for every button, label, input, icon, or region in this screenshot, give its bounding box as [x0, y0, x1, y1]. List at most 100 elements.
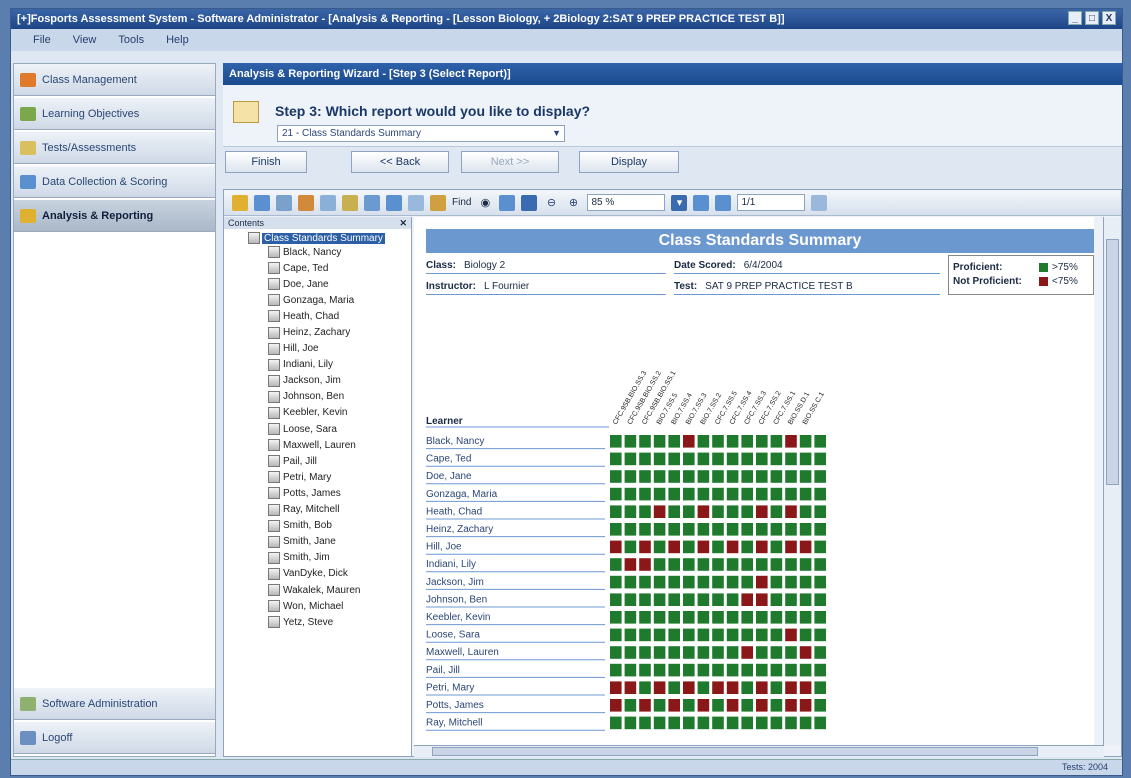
page-input[interactable]: 1/1: [737, 194, 806, 211]
export-icon[interactable]: [364, 194, 380, 211]
menu-view[interactable]: View: [73, 34, 97, 46]
tree-student-item[interactable]: Wakalek, Mauren: [268, 582, 411, 598]
learner-name: Jackson, Jim: [426, 577, 484, 588]
minimize-button[interactable]: _: [1068, 11, 1082, 25]
score-cell: [770, 523, 783, 536]
nav-label: Analysis & Reporting: [42, 209, 154, 222]
tree-student-item[interactable]: Johnson, Ben: [268, 389, 411, 405]
back-button[interactable]: << Back: [351, 151, 449, 173]
tree-student-item[interactable]: VanDyke, Dick: [268, 566, 411, 582]
report-select[interactable]: 21 - Class Standards Summary ▼: [277, 125, 565, 142]
tree-student-item[interactable]: Smith, Jim: [268, 550, 411, 566]
tree-student-item[interactable]: Won, Michael: [268, 598, 411, 614]
score-cell: [741, 611, 753, 624]
display-button[interactable]: Display: [579, 151, 679, 173]
tree-student-item[interactable]: Gonzaga, Maria: [268, 292, 411, 308]
wizard-header: Analysis & Reporting Wizard - [Step 3 (S…: [223, 63, 1122, 85]
nav-tests-assessments[interactable]: Tests/Assessments: [14, 132, 215, 164]
find-label[interactable]: Find: [452, 197, 471, 208]
single-page-icon[interactable]: [499, 194, 516, 211]
go-icon[interactable]: [811, 194, 828, 211]
copy-icon[interactable]: [298, 194, 314, 211]
binoculars-icon[interactable]: ◉: [477, 195, 493, 211]
tree-student-label: Smith, Jane: [283, 536, 336, 548]
nav-logoff[interactable]: Logoff: [14, 722, 215, 754]
tree-student-item[interactable]: Ray, Mitchell: [268, 502, 411, 518]
tree-student-item[interactable]: Jackson, Jim: [268, 373, 411, 389]
close-icon[interactable]: ✕: [399, 217, 407, 229]
menu-help[interactable]: Help: [166, 34, 189, 46]
tree-student-item[interactable]: Loose, Sara: [268, 421, 411, 437]
learner-name: Heinz, Zachary: [426, 524, 493, 535]
tree-student-item[interactable]: Pail, Jill: [268, 453, 411, 469]
tree-student-item[interactable]: Indiani, Lily: [268, 357, 411, 373]
tree-student-item[interactable]: Heinz, Zachary: [268, 324, 411, 340]
next-page-icon[interactable]: [715, 194, 732, 211]
report-page: Class Standards Summary Class: Biology 2 …: [414, 217, 1094, 745]
mail-icon[interactable]: [386, 194, 402, 211]
zoom-in-icon[interactable]: ⊕: [565, 195, 581, 211]
print-icon[interactable]: [276, 194, 292, 211]
score-cell: [726, 435, 739, 448]
score-cell: [712, 593, 724, 606]
score-cell: [756, 681, 768, 694]
document-icon: [268, 423, 280, 436]
zoom-out-icon[interactable]: ⊖: [543, 195, 559, 211]
score-cell: [712, 523, 724, 536]
zoom-input[interactable]: 85 %: [587, 194, 666, 211]
open-icon[interactable]: [232, 194, 248, 211]
nav-software-administration[interactable]: Software Administration: [14, 688, 215, 720]
tree-student-item[interactable]: Heath, Chad: [268, 308, 411, 324]
score-cell: [770, 628, 783, 642]
tree-student-item[interactable]: Smith, Bob: [268, 518, 411, 534]
vertical-scrollbar[interactable]: [1103, 217, 1121, 745]
close-button[interactable]: X: [1102, 11, 1116, 25]
score-cell: [756, 628, 768, 642]
tree-student-item[interactable]: Potts, James: [268, 485, 411, 501]
zoom-dropdown-icon[interactable]: ▾: [671, 194, 688, 211]
score-cell: [683, 681, 695, 694]
multi-page-icon[interactable]: [521, 194, 538, 211]
nav-class-management[interactable]: Class Management: [14, 64, 215, 96]
nav-learning-objectives[interactable]: Learning Objectives: [14, 98, 215, 130]
nav-label: Learning Objectives: [42, 107, 140, 120]
tree-student-item[interactable]: Smith, Jane: [268, 534, 411, 550]
tree-student-item[interactable]: Keebler, Kevin: [268, 405, 411, 421]
score-cell: [610, 646, 622, 659]
score-cell: [610, 452, 622, 466]
score-cell: [639, 505, 651, 518]
prev-page-icon[interactable]: [693, 194, 710, 211]
scroll-thumb[interactable]: [1106, 239, 1119, 485]
tree-student-item[interactable]: Hill, Joe: [268, 341, 411, 357]
score-cell: [814, 452, 826, 466]
learner-name: Keebler, Kevin: [426, 612, 491, 623]
maximize-button[interactable]: □: [1085, 11, 1099, 25]
scroll-thumb[interactable]: [432, 747, 1038, 756]
next-button[interactable]: Next >>: [461, 151, 559, 173]
nav-analysis-reporting[interactable]: Analysis & Reporting: [14, 200, 215, 232]
tree-student-label: Pail, Jill: [283, 455, 317, 467]
nav-data-collection[interactable]: Data Collection & Scoring: [14, 166, 215, 198]
menu-file[interactable]: File: [33, 34, 51, 46]
chevron-down-icon[interactable]: ▼: [552, 126, 561, 141]
score-cell: [712, 663, 724, 677]
score-cell: [799, 699, 812, 712]
save-icon[interactable]: [254, 194, 270, 211]
tree-student-item[interactable]: Doe, Jane: [268, 276, 411, 292]
tree-student-item[interactable]: Yetz, Steve: [268, 614, 411, 630]
finish-button[interactable]: Finish: [225, 151, 307, 173]
document-icon: [268, 487, 280, 500]
tree-student-item[interactable]: Petri, Mary: [268, 469, 411, 485]
tree-root[interactable]: Class Standards Summary: [248, 232, 411, 244]
tree-student-item[interactable]: Black, Nancy: [268, 244, 411, 260]
page-setup-icon[interactable]: [408, 194, 424, 211]
score-cell: [785, 663, 797, 677]
tree-student-item[interactable]: Maxwell, Lauren: [268, 437, 411, 453]
refresh-icon[interactable]: [320, 194, 336, 211]
horizontal-scrollbar[interactable]: [414, 745, 1104, 757]
tree-student-item[interactable]: Cape, Ted: [268, 260, 411, 276]
score-cell: [639, 663, 651, 677]
menu-tools[interactable]: Tools: [118, 34, 144, 46]
find-icon[interactable]: [430, 194, 446, 211]
tree-toggle-icon[interactable]: [342, 194, 358, 211]
